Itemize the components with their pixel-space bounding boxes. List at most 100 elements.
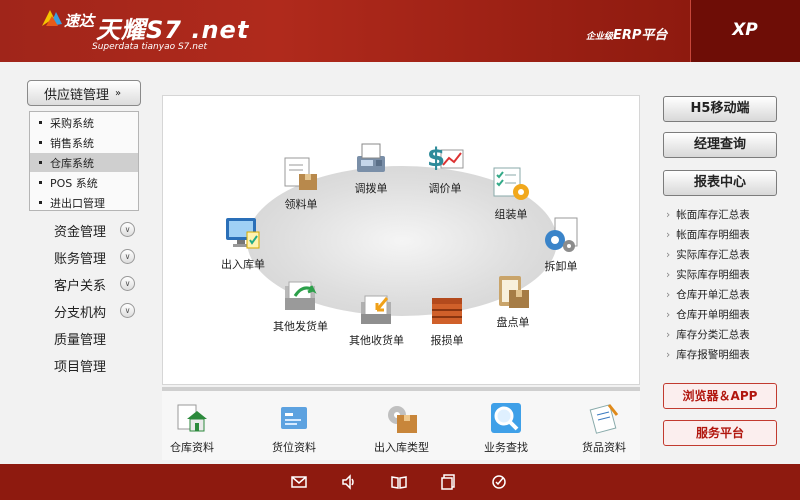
- service-platform-button[interactable]: 服务平台: [663, 420, 777, 446]
- report-link[interactable]: › 帐面库存明细表: [666, 226, 750, 244]
- submenu-pos[interactable]: POS 系统: [30, 173, 138, 192]
- base-data-bar: 仓库资料 货位资料 出入库类型 业务查找 货品资料: [162, 387, 640, 460]
- menu-accounting-label: 账务管理: [54, 251, 107, 267]
- report-link[interactable]: › 库存分类汇总表: [666, 326, 750, 344]
- gears-document-icon: [545, 217, 578, 252]
- flow-disassembly[interactable]: 拆卸单: [541, 216, 581, 274]
- submenu-sales[interactable]: 销售系统: [30, 133, 138, 152]
- base-location-info-label: 货位资料: [272, 441, 316, 454]
- flow-assembly[interactable]: 组装单: [491, 164, 531, 222]
- report-link-label: 帐面库存汇总表: [676, 209, 750, 221]
- flow-material-requisition-label: 领料单: [284, 198, 318, 211]
- flow-disassembly-label: 拆卸单: [544, 260, 578, 273]
- arrow-right-icon: ›: [666, 269, 671, 281]
- report-link[interactable]: › 实际库存汇总表: [666, 246, 750, 264]
- svg-text:$: $: [427, 143, 445, 173]
- box-gear-icon: [387, 406, 417, 433]
- documents-icon[interactable]: [441, 474, 457, 490]
- document-pen-icon: [589, 404, 619, 434]
- clipboard-box-icon: [499, 276, 529, 308]
- flow-transfer-label: 调拨单: [354, 182, 388, 195]
- menu-accounting[interactable]: 账务管理 ∨: [54, 245, 144, 269]
- flow-damage-report[interactable]: 报损单: [427, 290, 467, 348]
- menu-branches[interactable]: 分支机构 ∨: [54, 299, 144, 323]
- supply-chain-menu-button[interactable]: 供应链管理 »: [27, 80, 141, 106]
- footer-toolbar: [0, 464, 800, 500]
- report-link[interactable]: › 实际库存明细表: [666, 266, 750, 284]
- submenu-purchase[interactable]: 采购系统: [30, 113, 138, 132]
- warehouse-house-icon: [177, 404, 207, 432]
- manager-query-button[interactable]: 经理查询: [663, 132, 777, 158]
- flow-transfer[interactable]: 调拨单: [351, 138, 391, 196]
- flow-price-adjust-label: 调价单: [428, 182, 462, 195]
- menu-funds-label: 资金管理: [54, 224, 107, 240]
- submenu-import-export[interactable]: 进出口管理: [30, 193, 138, 212]
- supply-chain-submenu: 采购系统 销售系统 仓库系统 POS 系统 进出口管理: [29, 111, 139, 211]
- browser-app-button[interactable]: 浏览器＆APP: [663, 383, 777, 409]
- expand-chevron-icon[interactable]: ∨: [120, 303, 135, 318]
- flow-material-requisition[interactable]: 领料单: [281, 154, 321, 212]
- arrow-right-icon: ›: [666, 209, 671, 221]
- base-warehouse-info-label: 仓库资料: [170, 441, 214, 454]
- flow-other-receipt-label: 其他收货单: [349, 334, 404, 347]
- folder-receive-icon: [360, 295, 391, 324]
- report-link[interactable]: › 仓库开单明细表: [666, 306, 750, 324]
- flow-other-shipment[interactable]: 其他发货单: [273, 276, 328, 334]
- checklist-gear-icon: [493, 167, 529, 200]
- location-card-icon: [281, 407, 307, 429]
- flow-price-adjust[interactable]: $ 调价单: [425, 138, 465, 196]
- menu-quality[interactable]: 质量管理: [54, 326, 144, 350]
- arrow-right-icon: ›: [666, 249, 671, 261]
- flow-stock-inout[interactable]: 出入库单: [221, 214, 265, 272]
- report-link-label: 帐面库存明细表: [676, 229, 750, 241]
- logo-text-main: 天耀S7 .net: [96, 16, 250, 44]
- flow-other-receipt[interactable]: 其他收货单: [349, 290, 404, 348]
- submenu-warehouse[interactable]: 仓库系统: [30, 153, 138, 172]
- erp-main-label: ERP平台: [613, 28, 668, 43]
- arrow-right-icon: ›: [666, 289, 671, 301]
- book-icon[interactable]: [391, 474, 407, 490]
- app-header: 速达 天耀S7 .net Superdata tianyao S7.net 企业…: [0, 0, 800, 62]
- flow-stocktake-label: 盘点单: [496, 316, 530, 329]
- menu-crm[interactable]: 客户关系 ∨: [54, 272, 144, 296]
- report-link[interactable]: › 仓库开单汇总表: [666, 286, 750, 304]
- h5-mobile-button[interactable]: H5移动端: [663, 96, 777, 122]
- speaker-icon[interactable]: [341, 474, 357, 490]
- report-link-label: 实际库存明细表: [676, 269, 750, 281]
- crate-icon: [432, 298, 462, 324]
- warehouse-flow-panel: 调拨单 $ 调价单 领料单 组装单 出入库单 拆卸单 其他发货单 盘点单 其他收…: [162, 95, 640, 385]
- mail-icon[interactable]: [291, 474, 307, 490]
- report-center-button[interactable]: 报表中心: [663, 170, 777, 196]
- report-link[interactable]: › 帐面库存汇总表: [666, 206, 750, 224]
- erp-platform-label: 企业级ERP平台: [586, 24, 667, 43]
- arrow-right-icon: ›: [666, 229, 671, 241]
- check-circle-icon[interactable]: [491, 474, 507, 490]
- edition-label: XP: [732, 20, 758, 40]
- folder-arrow-icon: [284, 281, 317, 310]
- flow-stocktake[interactable]: 盘点单: [493, 272, 533, 330]
- menu-projects[interactable]: 项目管理: [54, 353, 144, 377]
- monitor-document-icon: [226, 218, 260, 249]
- base-inout-type-label: 出入库类型: [374, 441, 429, 454]
- logo-text-cn: 速达: [64, 12, 95, 30]
- arrow-right-icon: ›: [666, 329, 671, 341]
- report-link-label: 实际库存汇总表: [676, 249, 750, 261]
- base-goods-info[interactable]: 货品资料: [582, 401, 626, 455]
- flow-damage-report-label: 报损单: [430, 334, 464, 347]
- base-warehouse-info[interactable]: 仓库资料: [170, 401, 214, 455]
- base-business-search[interactable]: 业务查找: [484, 401, 528, 455]
- search-icon: [491, 403, 521, 433]
- base-location-info[interactable]: 货位资料: [272, 401, 316, 455]
- expand-chevron-icon[interactable]: ∨: [120, 276, 135, 291]
- report-link[interactable]: › 库存报警明细表: [666, 346, 750, 364]
- report-link-label: 库存分类汇总表: [676, 329, 750, 341]
- arrow-right-icon: ›: [666, 309, 671, 321]
- base-inout-type[interactable]: 出入库类型: [374, 401, 429, 455]
- expand-chevron-icon[interactable]: ∨: [120, 249, 135, 264]
- expand-chevron-icon[interactable]: ∨: [120, 222, 135, 237]
- report-link-label: 仓库开单汇总表: [676, 289, 750, 301]
- menu-funds[interactable]: 资金管理 ∨: [54, 218, 144, 242]
- report-link-label: 库存报警明细表: [676, 349, 750, 361]
- flow-assembly-label: 组装单: [494, 208, 528, 221]
- flow-other-shipment-label: 其他发货单: [273, 320, 328, 333]
